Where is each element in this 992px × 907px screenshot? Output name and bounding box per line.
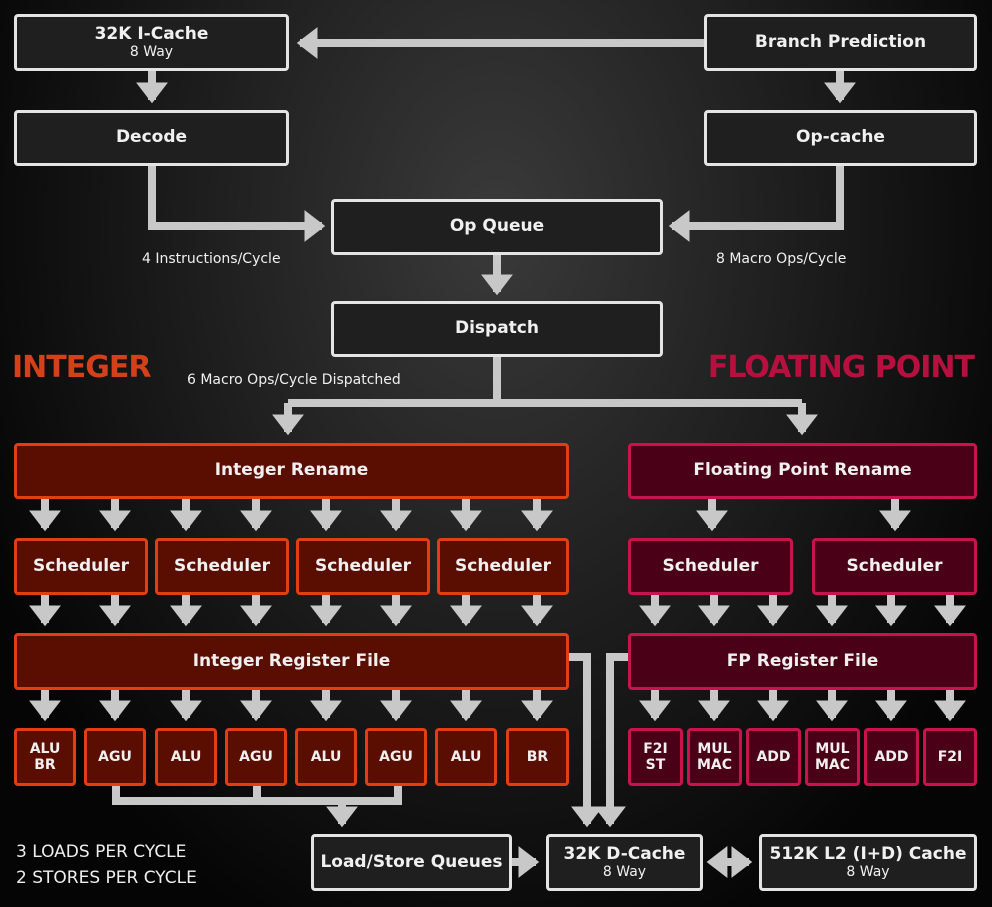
- integer-scheduler-box: Scheduler: [437, 538, 569, 595]
- integer-unit-alu-label: ALU: [170, 748, 202, 765]
- fp-scheduler-box-label: Scheduler: [662, 555, 759, 576]
- integer-unit-agu: AGU: [225, 728, 287, 786]
- fp-unit-mul-mac: MUL MAC: [805, 728, 860, 786]
- fp-scheduler-box: Scheduler: [812, 538, 977, 595]
- fp-scheduler-box-label: Scheduler: [846, 555, 943, 576]
- l2-cache-box: 512K L2 (I+D) Cache 8 Way: [759, 834, 977, 891]
- fp-rename-box: Floating Point Rename: [628, 443, 977, 499]
- l2-title: 512K L2 (I+D) Cache: [769, 843, 967, 864]
- fp-unit-f2i-st-label: ST: [645, 757, 666, 773]
- dcache-title: 32K D-Cache: [563, 843, 686, 864]
- integer-unit-br-label: BR: [526, 748, 549, 765]
- integer-unit-agu: AGU: [84, 728, 146, 786]
- integer-scheduler-box-label: Scheduler: [33, 555, 129, 576]
- integer-unit-alu: ALU: [295, 728, 357, 786]
- op-queue-label: Op Queue: [449, 216, 545, 237]
- decode-rate-label: 4 Instructions/Cycle: [142, 251, 281, 267]
- fp-unit-f2i-st-label: F2I: [643, 740, 668, 757]
- stores-per-cycle: 2 STORES PER CYCLE: [16, 868, 197, 888]
- dcache-box: 32K D-Cache 8 Way: [546, 834, 703, 891]
- integer-unit-agu-label: AGU: [379, 748, 413, 765]
- arrow-decode-to-opqueue: [148, 166, 326, 242]
- integer-scheduler-box: Scheduler: [155, 538, 289, 595]
- fp-register-file-label: FP Register File: [726, 650, 879, 671]
- decode-label: Decode: [115, 127, 188, 148]
- fp-unit-mul-mac-label: MAC: [814, 757, 851, 773]
- fp-unit-add: ADD: [864, 728, 919, 786]
- integer-unit-alu: ALU: [435, 728, 497, 786]
- dispatch-box: Dispatch: [331, 301, 663, 357]
- integer-unit-br: BR: [506, 728, 569, 786]
- integer-scheduler-box: Scheduler: [14, 538, 148, 595]
- fp-unit-f2i-label: F2I: [937, 748, 963, 765]
- fp-unit-f2i-st: F2I ST: [628, 728, 683, 786]
- dispatch-rate-label: 6 Macro Ops/Cycle Dispatched: [187, 372, 401, 388]
- l2-sub: 8 Way: [846, 864, 890, 881]
- op-cache-label: Op-cache: [796, 127, 885, 148]
- agu-bus: [112, 786, 402, 805]
- integer-unit-alu-label: ALU: [450, 748, 482, 765]
- fp-unit-add: ADD: [746, 728, 801, 786]
- integer-scheduler-box: Scheduler: [296, 538, 430, 595]
- opcache-rate-label: 8 Macro Ops/Cycle: [716, 251, 847, 267]
- branch-prediction-box: Branch Prediction: [704, 14, 977, 71]
- integer-register-file-label: Integer Register File: [192, 650, 391, 671]
- decode-box: Decode: [14, 110, 289, 166]
- arrow-intrf-to-dcache: [569, 653, 603, 828]
- fp-unit-f2i: F2I: [923, 728, 977, 786]
- fp-unit-mul-mac: MUL MAC: [687, 728, 742, 786]
- integer-unit-alu-br: ALU BR: [14, 728, 76, 786]
- integer-rename-label: Integer Rename: [214, 460, 369, 481]
- integer-unit-agu-label: AGU: [98, 748, 132, 765]
- floating-point-heading: FLOATING POINT: [707, 350, 975, 385]
- integer-rename-box: Integer Rename: [14, 443, 569, 499]
- fp-unit-add-label: ADD: [874, 748, 909, 765]
- integer-scheduler-box-label: Scheduler: [455, 555, 551, 576]
- integer-unit-agu-label: AGU: [239, 748, 273, 765]
- integer-register-file-box: Integer Register File: [14, 633, 569, 690]
- icache-sub: 8 Way: [129, 44, 174, 61]
- load-store-label: Load/Store Queues: [320, 851, 503, 872]
- icache-title: 32K I-Cache: [94, 23, 209, 44]
- integer-unit-alu: ALU: [155, 728, 217, 786]
- integer-unit-alu-br-label: ALU: [29, 740, 61, 757]
- fp-unit-mul-mac-label: MUL: [697, 740, 732, 757]
- dispatch-label: Dispatch: [454, 318, 539, 339]
- arrow-fprf-to-dcache: [594, 653, 628, 828]
- fp-unit-mul-mac-label: MUL: [815, 740, 850, 757]
- fp-unit-add-label: ADD: [756, 748, 791, 765]
- integer-heading: INTEGER: [12, 350, 151, 385]
- loads-per-cycle: 3 LOADS PER CYCLE: [16, 842, 187, 862]
- integer-unit-agu: AGU: [365, 728, 427, 786]
- fp-rename-label: Floating Point Rename: [693, 460, 912, 481]
- branch-prediction-label: Branch Prediction: [754, 31, 927, 52]
- arrow-opcache-to-opqueue: [668, 166, 844, 242]
- load-store-queues-box: Load/Store Queues: [311, 834, 512, 891]
- op-queue-box: Op Queue: [331, 199, 663, 255]
- icache-box: 32K I-Cache 8 Way: [14, 14, 289, 71]
- integer-scheduler-box-label: Scheduler: [174, 555, 270, 576]
- dcache-sub: 8 Way: [602, 864, 647, 881]
- fp-register-file-box: FP Register File: [628, 633, 977, 690]
- op-cache-box: Op-cache: [704, 110, 977, 166]
- integer-unit-alu-br-label: BR: [34, 757, 56, 773]
- integer-unit-alu-label: ALU: [310, 748, 342, 765]
- fp-unit-mul-mac-label: MAC: [696, 757, 733, 773]
- integer-scheduler-box-label: Scheduler: [315, 555, 411, 576]
- fp-scheduler-box: Scheduler: [628, 538, 793, 595]
